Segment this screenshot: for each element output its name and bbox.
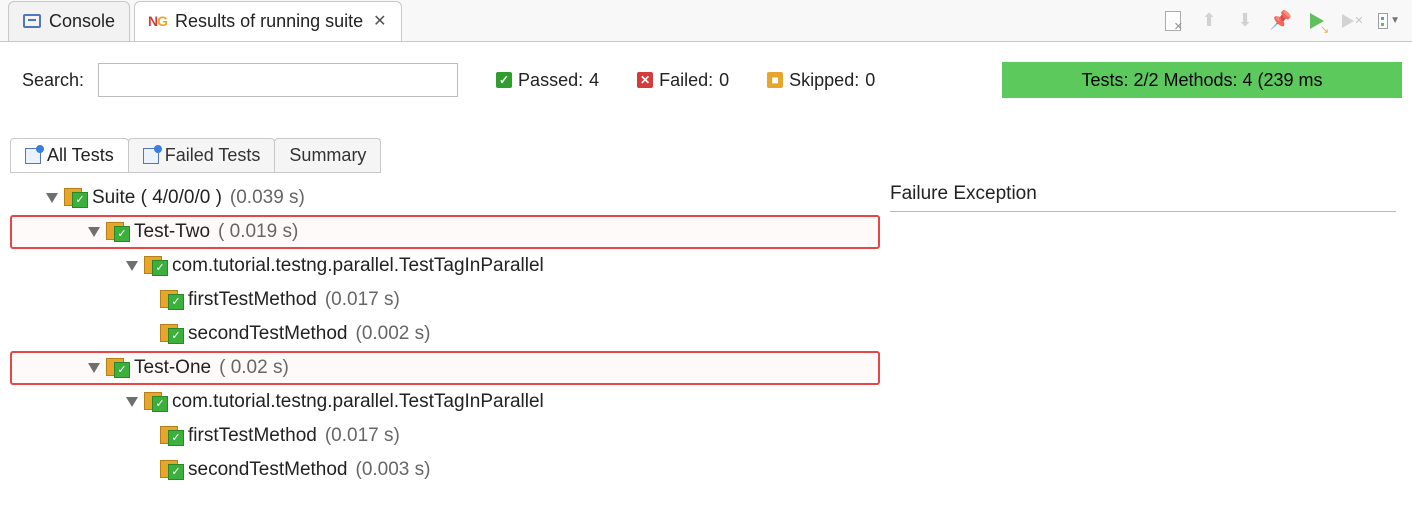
class-pass-icon bbox=[144, 392, 166, 412]
skipped-stat: ■ Skipped: 0 bbox=[767, 70, 875, 91]
rerun-failed-icon[interactable]: ✕ bbox=[1342, 10, 1364, 32]
tree-class-node[interactable]: com.tutorial.testng.parallel.TestTagInPa… bbox=[10, 249, 880, 283]
skipped-label: Skipped: bbox=[789, 70, 859, 91]
clear-doc-icon[interactable] bbox=[1162, 10, 1184, 32]
tab-results-label: Results of running suite bbox=[175, 11, 363, 32]
tree-method-node[interactable]: firstTestMethod (0.017 s) bbox=[10, 283, 880, 317]
tree-test-one-node[interactable]: Test-One ( 0.02 s) bbox=[10, 351, 880, 385]
class-label: com.tutorial.testng.parallel.TestTagInPa… bbox=[172, 255, 544, 277]
passed-label: Passed: bbox=[518, 70, 583, 91]
tree-icon bbox=[25, 148, 41, 164]
suite-time: (0.039 s) bbox=[230, 187, 305, 209]
test-one-label: Test-One bbox=[134, 357, 211, 379]
rerun-icon[interactable] bbox=[1306, 10, 1328, 32]
view-menu-icon[interactable]: ▼ bbox=[1378, 10, 1400, 32]
failure-exception-header: Failure Exception bbox=[890, 183, 1396, 212]
passed-stat: ✓ Passed: 4 bbox=[496, 70, 599, 91]
test-two-label: Test-Two bbox=[134, 221, 210, 243]
method-pass-icon bbox=[160, 426, 182, 446]
method-time: (0.003 s) bbox=[356, 459, 431, 481]
tree-test-two-node[interactable]: Test-Two ( 0.019 s) bbox=[10, 215, 880, 249]
tab-failed-tests[interactable]: Failed Tests bbox=[128, 138, 276, 172]
test-two-time: ( 0.019 s) bbox=[218, 221, 298, 243]
test-pass-icon bbox=[106, 222, 128, 242]
tab-console[interactable]: Console bbox=[8, 1, 130, 41]
method-label: firstTestMethod bbox=[188, 425, 317, 447]
method-time: (0.017 s) bbox=[325, 289, 400, 311]
tab-all-tests-label: All Tests bbox=[47, 145, 114, 166]
method-label: secondTestMethod bbox=[188, 323, 348, 345]
result-tabs: All Tests Failed Tests Summary bbox=[10, 138, 381, 173]
tab-summary[interactable]: Summary bbox=[274, 138, 381, 172]
failed-value: 0 bbox=[719, 70, 729, 91]
search-input[interactable] bbox=[98, 63, 458, 97]
method-pass-icon bbox=[160, 324, 182, 344]
console-icon bbox=[23, 14, 41, 28]
chevron-down-icon[interactable] bbox=[126, 397, 138, 407]
tree-class-node[interactable]: com.tutorial.testng.parallel.TestTagInPa… bbox=[10, 385, 880, 419]
method-time: (0.002 s) bbox=[356, 323, 431, 345]
test-one-time: ( 0.02 s) bbox=[219, 357, 289, 379]
failure-detail-pane: Failure Exception bbox=[880, 177, 1412, 487]
skipped-icon: ■ bbox=[767, 72, 783, 88]
failed-icon: ✕ bbox=[637, 72, 653, 88]
arrow-down-icon[interactable]: ⬇ bbox=[1234, 10, 1256, 32]
results-tree: Suite ( 4/0/0/0 ) (0.039 s) Test-Two ( 0… bbox=[10, 181, 880, 487]
tree-suite-node[interactable]: Suite ( 4/0/0/0 ) (0.039 s) bbox=[10, 181, 880, 215]
skipped-value: 0 bbox=[865, 70, 875, 91]
test-pass-icon bbox=[106, 358, 128, 378]
tests-progress-bar: Tests: 2/2 Methods: 4 (239 ms bbox=[1002, 62, 1402, 98]
method-time: (0.017 s) bbox=[325, 425, 400, 447]
method-pass-icon bbox=[160, 460, 182, 480]
passed-value: 4 bbox=[589, 70, 599, 91]
chevron-down-icon[interactable] bbox=[88, 227, 100, 237]
tab-console-label: Console bbox=[49, 11, 115, 32]
tests-progress-label: Tests: 2/2 Methods: 4 (239 ms bbox=[1081, 70, 1322, 91]
testng-icon bbox=[149, 12, 167, 30]
tab-results[interactable]: Results of running suite ✕ bbox=[134, 1, 402, 41]
tree-method-node[interactable]: firstTestMethod (0.017 s) bbox=[10, 419, 880, 453]
method-label: secondTestMethod bbox=[188, 459, 348, 481]
chevron-down-icon[interactable] bbox=[126, 261, 138, 271]
suite-pass-icon bbox=[64, 188, 86, 208]
summary-row: Search: ✓ Passed: 4 ✕ Failed: 0 ■ Skippe… bbox=[0, 42, 1412, 108]
tree-icon bbox=[143, 148, 159, 164]
tab-failed-tests-label: Failed Tests bbox=[165, 145, 261, 166]
tree-method-node[interactable]: secondTestMethod (0.002 s) bbox=[10, 317, 880, 351]
pin-icon[interactable]: 📌 bbox=[1270, 10, 1292, 32]
close-icon[interactable]: ✕ bbox=[373, 11, 386, 31]
method-label: firstTestMethod bbox=[188, 289, 317, 311]
method-pass-icon bbox=[160, 290, 182, 310]
view-toolbar: ⬆ ⬇ 📌 ✕ ▼ bbox=[1162, 10, 1412, 32]
tree-method-node[interactable]: secondTestMethod (0.003 s) bbox=[10, 453, 880, 487]
failed-stat: ✕ Failed: 0 bbox=[637, 70, 729, 91]
chevron-down-icon[interactable] bbox=[46, 193, 58, 203]
search-label: Search: bbox=[22, 70, 84, 91]
tab-summary-label: Summary bbox=[289, 145, 366, 166]
top-tab-bar: Console Results of running suite ✕ ⬆ ⬇ 📌… bbox=[0, 0, 1412, 42]
suite-label: Suite ( 4/0/0/0 ) bbox=[92, 187, 222, 209]
failed-label: Failed: bbox=[659, 70, 713, 91]
chevron-down-icon[interactable] bbox=[88, 363, 100, 373]
tab-all-tests[interactable]: All Tests bbox=[10, 138, 129, 172]
class-label: com.tutorial.testng.parallel.TestTagInPa… bbox=[172, 391, 544, 413]
class-pass-icon bbox=[144, 256, 166, 276]
arrow-up-icon[interactable]: ⬆ bbox=[1198, 10, 1220, 32]
passed-icon: ✓ bbox=[496, 72, 512, 88]
